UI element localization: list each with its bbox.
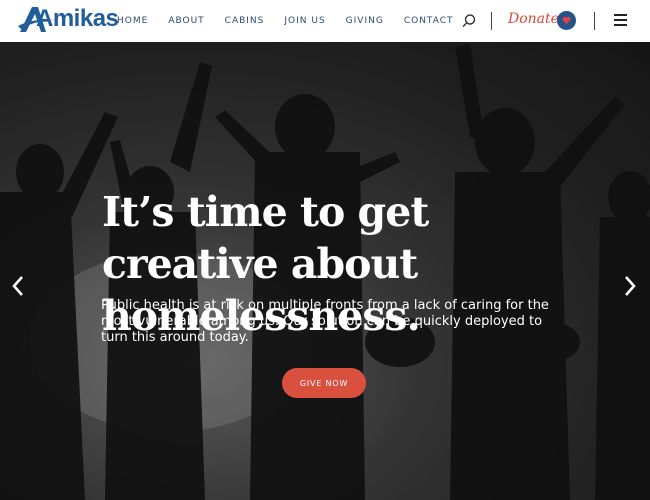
- search-icon[interactable]: [461, 13, 477, 29]
- logo-text: Amikas: [36, 5, 119, 32]
- slider-next-arrow-icon[interactable]: [622, 274, 638, 298]
- nav-item-home[interactable]: HOME: [117, 16, 148, 26]
- site-header: Amikas HOME ABOUT CABINS JOIN US GIVING …: [0, 0, 650, 42]
- site-logo[interactable]: Amikas: [18, 4, 119, 34]
- nav-item-giving[interactable]: GIVING: [346, 16, 384, 26]
- heart-icon: [562, 16, 571, 25]
- nav-item-about[interactable]: ABOUT: [168, 16, 204, 26]
- header-divider-2: [594, 12, 595, 30]
- header-divider: [491, 12, 492, 30]
- main-nav: HOME ABOUT CABINS JOIN US GIVING CONTACT: [117, 0, 474, 42]
- nav-item-contact[interactable]: CONTACT: [404, 16, 454, 26]
- hamburger-menu-icon[interactable]: [614, 14, 627, 26]
- hero-section: It’s time to get creative about homeless…: [0, 42, 650, 500]
- donate-heart-button[interactable]: [557, 11, 576, 30]
- hero-subtitle: Public health is at risk on multiple fro…: [101, 298, 549, 345]
- give-now-button[interactable]: GIVE NOW: [282, 368, 366, 398]
- nav-item-cabins[interactable]: CABINS: [225, 16, 265, 26]
- nav-item-join-us[interactable]: JOIN US: [284, 16, 325, 26]
- slider-prev-arrow-icon[interactable]: [10, 274, 26, 298]
- donate-link[interactable]: Donate: [508, 11, 559, 27]
